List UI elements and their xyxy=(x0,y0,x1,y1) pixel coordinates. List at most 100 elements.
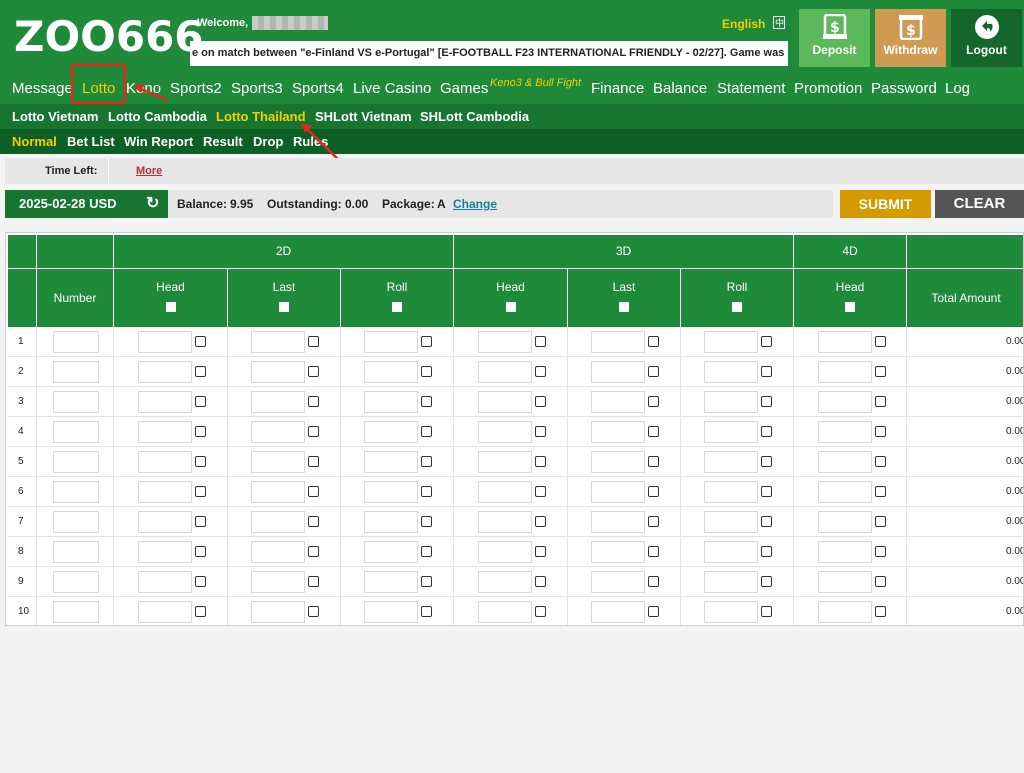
select-all-checkbox[interactable] xyxy=(845,302,855,312)
number-input[interactable] xyxy=(53,601,99,623)
bet-checkbox[interactable] xyxy=(875,546,886,557)
bet-checkbox[interactable] xyxy=(308,606,319,617)
amount-input[interactable] xyxy=(704,331,758,353)
select-all-checkbox[interactable] xyxy=(165,302,176,312)
amount-input[interactable] xyxy=(364,541,418,563)
amount-input[interactable] xyxy=(251,601,305,623)
bet-checkbox[interactable] xyxy=(761,486,772,497)
amount-input[interactable] xyxy=(704,601,758,623)
nav-live-casino[interactable]: Live Casino xyxy=(353,80,431,97)
amount-input[interactable] xyxy=(478,481,532,503)
bet-checkbox[interactable] xyxy=(421,336,432,347)
bet-checkbox[interactable] xyxy=(648,486,659,497)
nav-promotion[interactable]: Promotion xyxy=(794,80,862,97)
bet-checkbox[interactable] xyxy=(421,546,432,557)
amount-input[interactable] xyxy=(478,421,532,443)
number-input[interactable] xyxy=(53,541,99,563)
nav-message[interactable]: Message xyxy=(12,80,73,97)
refresh-icon[interactable]: ↻ xyxy=(146,195,159,213)
bet-checkbox[interactable] xyxy=(308,366,319,377)
amount-input[interactable] xyxy=(591,421,645,443)
amount-input[interactable] xyxy=(818,511,872,533)
bet-checkbox[interactable] xyxy=(195,396,206,407)
bet-checkbox[interactable] xyxy=(195,576,206,587)
bet-checkbox[interactable] xyxy=(648,336,659,347)
select-all-checkbox[interactable] xyxy=(279,302,289,312)
select-all-checkbox[interactable] xyxy=(732,302,742,312)
bet-checkbox[interactable] xyxy=(761,576,772,587)
bet-checkbox[interactable] xyxy=(195,336,206,347)
submit-button[interactable]: SUBMIT xyxy=(840,190,931,218)
amount-input[interactable] xyxy=(138,331,192,353)
tab-win-report[interactable]: Win Report xyxy=(124,134,193,149)
bet-checkbox[interactable] xyxy=(648,456,659,467)
amount-input[interactable] xyxy=(591,481,645,503)
number-input[interactable] xyxy=(53,361,99,383)
change-package-link[interactable]: Change xyxy=(453,190,497,218)
amount-input[interactable] xyxy=(138,391,192,413)
amount-input[interactable] xyxy=(251,511,305,533)
amount-input[interactable] xyxy=(364,451,418,473)
amount-input[interactable] xyxy=(478,451,532,473)
bet-checkbox[interactable] xyxy=(875,606,886,617)
lotto-cambodia-tab[interactable]: Lotto Cambodia xyxy=(108,109,207,124)
bet-checkbox[interactable] xyxy=(875,516,886,527)
nav-statement[interactable]: Statement xyxy=(717,80,785,97)
amount-input[interactable] xyxy=(704,361,758,383)
bet-checkbox[interactable] xyxy=(648,546,659,557)
amount-input[interactable] xyxy=(251,361,305,383)
amount-input[interactable] xyxy=(251,391,305,413)
amount-input[interactable] xyxy=(591,511,645,533)
bet-checkbox[interactable] xyxy=(875,486,886,497)
bet-checkbox[interactable] xyxy=(761,336,772,347)
amount-input[interactable] xyxy=(478,601,532,623)
amount-input[interactable] xyxy=(251,481,305,503)
amount-input[interactable] xyxy=(478,571,532,593)
amount-input[interactable] xyxy=(364,361,418,383)
bet-checkbox[interactable] xyxy=(535,456,546,467)
amount-input[interactable] xyxy=(704,391,758,413)
bet-checkbox[interactable] xyxy=(308,546,319,557)
bet-checkbox[interactable] xyxy=(875,456,886,467)
amount-input[interactable] xyxy=(818,571,872,593)
amount-input[interactable] xyxy=(818,451,872,473)
number-input[interactable] xyxy=(53,421,99,443)
bet-checkbox[interactable] xyxy=(648,426,659,437)
amount-input[interactable] xyxy=(818,541,872,563)
bet-checkbox[interactable] xyxy=(421,366,432,377)
deposit-button[interactable]: $ Deposit xyxy=(799,9,870,67)
number-input[interactable] xyxy=(53,451,99,473)
bet-checkbox[interactable] xyxy=(875,576,886,587)
amount-input[interactable] xyxy=(478,361,532,383)
bet-checkbox[interactable] xyxy=(648,516,659,527)
bet-checkbox[interactable] xyxy=(195,606,206,617)
bet-checkbox[interactable] xyxy=(535,516,546,527)
amount-input[interactable] xyxy=(364,481,418,503)
number-input[interactable] xyxy=(53,481,99,503)
nav-balance[interactable]: Balance xyxy=(653,80,707,97)
amount-input[interactable] xyxy=(364,571,418,593)
nav-sports4[interactable]: Sports4 xyxy=(292,80,344,97)
lotto-vietnam-tab[interactable]: Lotto Vietnam xyxy=(12,109,98,124)
amount-input[interactable] xyxy=(364,331,418,353)
bet-checkbox[interactable] xyxy=(761,366,772,377)
amount-input[interactable] xyxy=(138,571,192,593)
bet-checkbox[interactable] xyxy=(648,396,659,407)
amount-input[interactable] xyxy=(478,511,532,533)
bet-checkbox[interactable] xyxy=(761,396,772,407)
bet-checkbox[interactable] xyxy=(421,456,432,467)
bet-checkbox[interactable] xyxy=(875,426,886,437)
amount-input[interactable] xyxy=(138,601,192,623)
number-input[interactable] xyxy=(53,331,99,353)
amount-input[interactable] xyxy=(478,331,532,353)
amount-input[interactable] xyxy=(818,361,872,383)
shlott-cambodia-tab[interactable]: SHLott Cambodia xyxy=(420,109,529,124)
nav-sports3[interactable]: Sports3 xyxy=(231,80,283,97)
bet-checkbox[interactable] xyxy=(535,426,546,437)
site-logo[interactable]: ZOO666 xyxy=(14,12,204,61)
tab-rules[interactable]: Rules xyxy=(293,134,328,149)
bet-checkbox[interactable] xyxy=(648,576,659,587)
bet-checkbox[interactable] xyxy=(308,516,319,527)
bet-checkbox[interactable] xyxy=(195,516,206,527)
amount-input[interactable] xyxy=(591,451,645,473)
